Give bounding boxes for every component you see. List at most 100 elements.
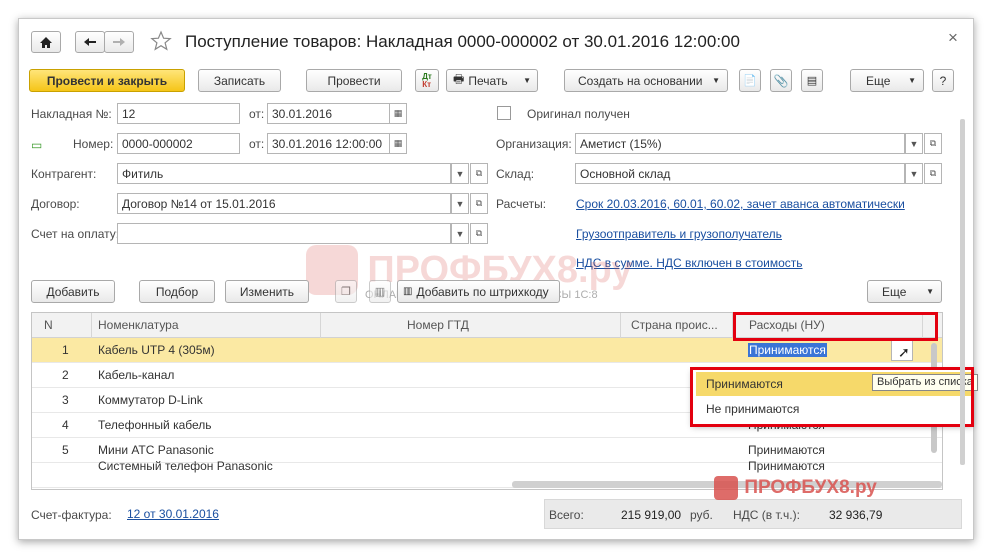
printer-icon: 🖶	[453, 72, 465, 86]
table-more-label: Еще	[882, 284, 907, 299]
help-button[interactable]: ?	[932, 69, 954, 92]
document-icon-button[interactable]: 📄	[739, 69, 761, 92]
col-header-nomenclature[interactable]: Номенклатура	[92, 313, 321, 338]
counterparty-label: Контрагент:	[31, 167, 97, 181]
table-more-button[interactable]: Еще ▼	[867, 280, 942, 303]
print-button[interactable]: 🖶 Печать ▼	[446, 69, 538, 92]
highlight-frame-column	[733, 312, 938, 341]
barcode-icon: ▥	[403, 286, 413, 297]
arrow-left-icon	[84, 38, 96, 46]
post-and-close-button[interactable]: Провести и закрыть	[29, 69, 185, 92]
organization-field[interactable]: Аметист (15%)	[575, 133, 905, 154]
row-number: 3	[62, 393, 69, 407]
table-row[interactable]: 1 Кабель UTP 4 (305м) Принимаются ➚	[32, 338, 942, 363]
number-field[interactable]: 0000-000002	[117, 133, 240, 154]
post-button[interactable]: Провести	[306, 69, 402, 92]
attachment-button[interactable]: 📎	[770, 69, 792, 92]
write-button[interactable]: Записать	[198, 69, 281, 92]
arrow-right-icon	[113, 38, 125, 46]
document-icon: 📄	[743, 75, 757, 87]
row-nomenclature: Системный телефон Panasonic	[98, 459, 273, 473]
back-button[interactable]	[75, 31, 105, 53]
add-by-barcode-button[interactable]: ▥ Добавить по штрихкоду	[397, 280, 560, 303]
row-nomenclature: Коммутатор D-Link	[98, 393, 203, 407]
chevron-down-icon[interactable]: ▼	[451, 193, 469, 214]
row-expense-editor[interactable]: Принимаются	[748, 341, 827, 360]
copy-row-button[interactable]: ❐	[335, 280, 357, 303]
chevron-down-icon: ▼	[908, 76, 916, 85]
add-row-button[interactable]: Добавить	[31, 280, 115, 303]
bill-label: Счет на оплату:	[31, 227, 120, 241]
add-by-barcode-label: Добавить по штрихкоду	[416, 284, 549, 299]
open-icon[interactable]: ⧉	[924, 163, 942, 184]
number-date-label: от:	[249, 137, 265, 151]
open-icon[interactable]: ⧉	[470, 193, 488, 214]
create-based-on-label: Создать на основании	[578, 73, 703, 88]
currency-label: руб.	[690, 508, 713, 522]
vat-total-label: НДС (в т.ч.):	[733, 508, 800, 522]
document-window: Поступление товаров: Накладная 0000-0000…	[18, 18, 978, 540]
row-number: 5	[62, 443, 69, 457]
chevron-down-icon[interactable]: ▼	[451, 223, 469, 244]
watermark-brand-small: ПРОФБУХ8.ру	[744, 477, 877, 498]
dropdown-toggle-button[interactable]: ➚	[891, 340, 913, 361]
contract-label: Договор:	[31, 197, 80, 211]
barcode-icon: ▥	[374, 286, 386, 298]
invoice-date-field[interactable]: 30.01.2016	[267, 103, 391, 124]
chevron-down-icon[interactable]: ▼	[451, 163, 469, 184]
right-scrollbar[interactable]	[960, 119, 965, 465]
paperclip-icon: 📎	[773, 73, 789, 88]
close-icon[interactable]: ×	[948, 28, 958, 48]
settlements-label: Расчеты:	[496, 197, 547, 211]
calendar-icon[interactable]: ▦	[389, 133, 407, 154]
organization-label: Организация:	[496, 137, 572, 151]
row-nomenclature: Кабель UTP 4 (305м)	[98, 343, 215, 357]
copy-icon: ❐	[341, 286, 351, 298]
total-label: Всего:	[549, 508, 584, 522]
forward-button[interactable]	[104, 31, 134, 53]
barcode-scan-button[interactable]: ▥	[369, 280, 391, 303]
pick-button[interactable]: Подбор	[139, 280, 215, 303]
invoice-number-field[interactable]: 12	[117, 103, 240, 124]
more-label: Еще	[866, 73, 891, 88]
mouse-cursor-icon: ➚	[898, 344, 910, 360]
dt-kt-icon: Дт Кт	[422, 71, 432, 89]
counterparty-field[interactable]: Фитиль	[117, 163, 451, 184]
original-received-checkbox[interactable]	[497, 106, 511, 120]
vat-total-value: 32 936,79	[829, 508, 883, 522]
edit-button[interactable]: Изменить	[225, 280, 309, 303]
original-received-label: Оригинал получен	[527, 107, 630, 121]
more-button[interactable]: Еще ▼	[850, 69, 924, 92]
row-number: 2	[62, 368, 69, 382]
calendar-icon[interactable]: ▦	[389, 103, 407, 124]
row-number: 4	[62, 418, 69, 432]
bill-field[interactable]	[117, 223, 451, 244]
col-header-country[interactable]: Страна проис...	[621, 313, 733, 338]
chevron-down-icon[interactable]: ▼	[905, 163, 923, 184]
warehouse-field[interactable]: Основной склад	[575, 163, 905, 184]
highlight-frame-dropdown	[690, 367, 974, 427]
number-date-field[interactable]: 30.01.2016 12:00:00	[267, 133, 391, 154]
warehouse-label: Склад:	[496, 167, 535, 181]
watermark-logo-small: ПРОФБУХ8.ру	[714, 476, 877, 500]
invoice-doc-link[interactable]: 12 от 30.01.2016	[127, 507, 219, 521]
watermark-badge	[714, 476, 738, 500]
row-nomenclature: Кабель-канал	[98, 368, 175, 382]
open-icon[interactable]: ⧉	[924, 133, 942, 154]
row-expense-value: Принимаются	[748, 343, 827, 357]
open-icon[interactable]: ⧉	[470, 163, 488, 184]
favorite-star-icon[interactable]	[150, 30, 172, 52]
report-button[interactable]: ▤	[801, 69, 823, 92]
col-header-gtd[interactable]: Номер ГТД	[321, 313, 621, 338]
chevron-down-icon[interactable]: ▼	[905, 133, 923, 154]
contract-field[interactable]: Договор №14 от 15.01.2016	[117, 193, 451, 214]
invoice-number-label: Накладная №:	[31, 107, 112, 121]
dt-kt-button[interactable]: Дт Кт	[415, 69, 439, 92]
report-icon: ▤	[806, 75, 818, 87]
create-based-on-button[interactable]: Создать на основании ▼	[564, 69, 728, 92]
col-header-n[interactable]: N	[32, 313, 92, 338]
settlements-link[interactable]: Срок 20.03.2016, 60.01, 60.02, зачет ава…	[576, 197, 905, 211]
home-button[interactable]	[31, 31, 61, 53]
open-icon[interactable]: ⧉	[470, 223, 488, 244]
shipper-consignee-link[interactable]: Грузоотправитель и грузополучатель	[576, 227, 782, 241]
